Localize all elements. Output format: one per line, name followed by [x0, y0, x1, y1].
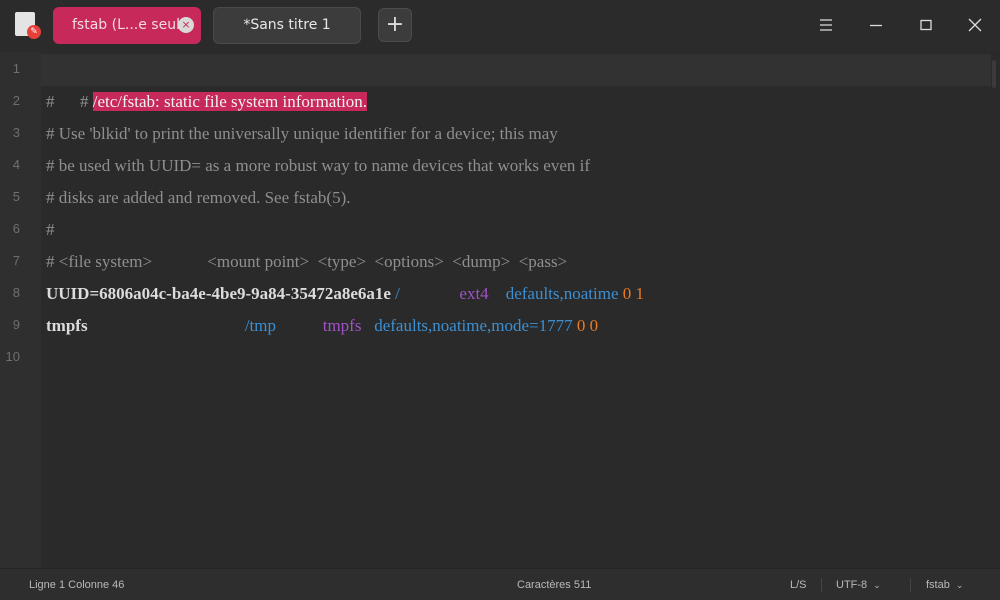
- line-number: 1: [12, 61, 20, 76]
- line-number: 8: [12, 285, 20, 300]
- dump-value: 0: [622, 284, 632, 303]
- comment-text: # be used with UUID= as a more robust wa…: [46, 156, 590, 175]
- chevron-down-icon: ⌄: [873, 580, 881, 590]
- code-line[interactable]: UUID=6806a04c-ba4e-4be9-9a84-35472a8e6a1…: [41, 278, 1000, 310]
- line-number: 5: [12, 189, 20, 204]
- text-area[interactable]: # /etc/fstab: static file system informa…: [41, 52, 1000, 568]
- pass-value: 0: [589, 316, 599, 335]
- code-line[interactable]: tmpfs /tmp tmpfs defaults,noatime,mode=1…: [41, 310, 1000, 342]
- code-line[interactable]: # disks are added and removed. See fstab…: [41, 182, 1000, 214]
- code-line[interactable]: #: [41, 86, 1000, 118]
- line-number: 10: [5, 349, 20, 364]
- tab-sans-titre-label: *Sans titre 1: [243, 17, 331, 33]
- tab-close-icon[interactable]: ×: [178, 17, 194, 33]
- line-number: 3: [12, 125, 20, 140]
- mount-options: defaults,noatime,mode=1777: [374, 316, 573, 335]
- language-label: fstab: [926, 579, 950, 591]
- scrollbar-thumb[interactable]: [992, 60, 996, 88]
- comment-text: # <file system> <mount point> <type> <op…: [46, 252, 568, 271]
- title-bar: ✎ fstab (L...e seule) × *Sans titre 1 +: [0, 0, 1000, 50]
- minimize-icon[interactable]: [864, 13, 888, 37]
- line-ending-label: L/S: [790, 579, 807, 591]
- chevron-down-icon: ⌄: [955, 580, 964, 590]
- code-line[interactable]: #: [41, 214, 1000, 246]
- mount-point: /tmp: [244, 316, 276, 335]
- code-line[interactable]: # <file system> <mount point> <type> <op…: [41, 246, 1000, 278]
- cursor-position[interactable]: Ligne 1 Colonne 46: [29, 569, 124, 600]
- line-number: 9: [12, 317, 20, 332]
- tab-fstab[interactable]: fstab (L...e seule) ×: [53, 7, 201, 44]
- line-number: 4: [12, 157, 20, 172]
- maximize-icon[interactable]: [914, 13, 938, 37]
- comment-text: # Use 'blkid' to print the universally u…: [46, 124, 558, 143]
- dump-value: 0: [576, 316, 586, 335]
- encoding-label: UTF-8: [836, 579, 868, 591]
- character-count: Caractères 511: [517, 579, 592, 591]
- code-line[interactable]: [41, 342, 1000, 374]
- tab-fstab-label: fstab (L...e seule): [72, 17, 180, 33]
- code-line[interactable]: # be used with UUID= as a more robust wa…: [41, 150, 1000, 182]
- fs-type: tmpfs: [322, 316, 362, 335]
- editor[interactable]: 1 2 3 4 5 6 7 8 9 10 # /etc/fstab: stati…: [0, 52, 1000, 568]
- status-bar: Ligne 1 Colonne 46 Caractères 511 L/S UT…: [0, 568, 1000, 600]
- comment-text: #: [46, 220, 55, 239]
- code-line[interactable]: # /etc/fstab: static file system informa…: [41, 54, 996, 111]
- divider: [910, 578, 911, 592]
- fs-field: UUID=6806a04c-ba4e-4be9-9a84-35472a8e6a1…: [46, 284, 391, 303]
- fs-field: tmpfs: [46, 316, 88, 335]
- tab-sans-titre[interactable]: *Sans titre 1: [213, 7, 361, 44]
- pencil-badge-icon: ✎: [27, 25, 41, 39]
- hamburger-menu-icon[interactable]: [814, 13, 838, 37]
- divider: [821, 578, 822, 592]
- line-number: 6: [12, 221, 20, 236]
- comment-text: # disks are added and removed. See fstab…: [46, 188, 351, 207]
- mount-point: /: [395, 284, 400, 303]
- fs-type: ext4: [459, 284, 489, 303]
- close-icon[interactable]: [963, 13, 987, 37]
- line-number: 2: [12, 93, 20, 108]
- line-number: 7: [12, 253, 20, 268]
- mount-options: defaults,noatime: [505, 284, 619, 303]
- code-line[interactable]: # Use 'blkid' to print the universally u…: [41, 118, 1000, 150]
- encoding-selector[interactable]: UTF-8 ⌄: [836, 569, 881, 600]
- line-number-gutter: 1 2 3 4 5 6 7 8 9 10: [0, 52, 41, 568]
- language-selector[interactable]: fstab ⌄: [926, 569, 963, 600]
- new-tab-button[interactable]: +: [378, 8, 412, 42]
- comment-text: #: [46, 92, 55, 111]
- line-ending-selector[interactable]: L/S: [790, 569, 807, 600]
- text-editor-icon: ✎: [15, 12, 41, 39]
- pass-value: 1: [635, 284, 645, 303]
